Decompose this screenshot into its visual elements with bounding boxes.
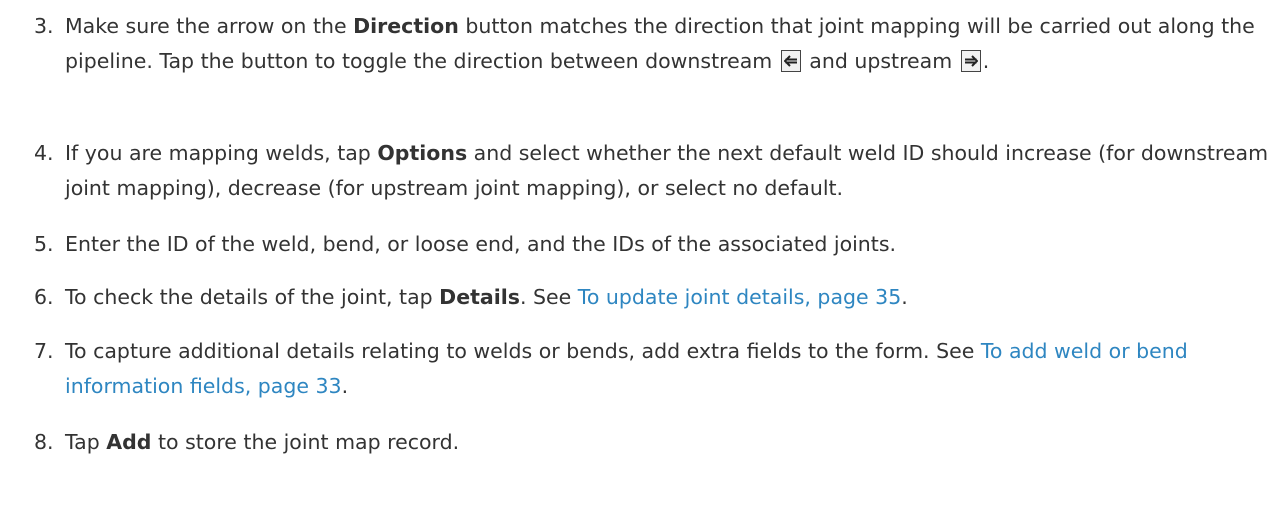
step-number: 4. (34, 141, 54, 165)
step-text-segment: Enter the ID of the weld, bend, or loose… (65, 232, 897, 256)
step-text: Tap Add to store the joint map record. (65, 425, 1279, 460)
step-text-segment: To check the details of the joint, tap (65, 285, 440, 309)
left-arrow-icon (783, 55, 797, 67)
step-text-segment: . See (519, 285, 578, 309)
step-number: 8. (34, 430, 54, 454)
step-text-segment: . (901, 285, 908, 309)
step-text-segment: If you are mapping welds, tap (65, 141, 378, 165)
step-text-segment: To capture additional details relating t… (65, 339, 981, 363)
downstream-direction-button (780, 50, 801, 72)
step-number: 6. (34, 285, 54, 309)
step-text: If you are mapping welds, tap Options an… (65, 136, 1279, 206)
step-7: 7. To capture additional details relatin… (34, 334, 1279, 404)
step-number: 7. (34, 339, 54, 363)
step-text: Make sure the arrow on the Direction but… (65, 9, 1279, 79)
step-text-segment: . (982, 49, 990, 73)
step-number: 3. (34, 14, 54, 38)
direction-button-label: Direction (353, 14, 459, 38)
step-8: 8. Tap Add to store the joint map record… (34, 425, 1279, 460)
right-arrow-icon (964, 55, 978, 67)
step-text: To capture additional details relating t… (65, 334, 1279, 404)
step-4: 4. If you are mapping welds, tap Options… (34, 136, 1279, 206)
add-button-label: Add (106, 430, 152, 454)
step-6: 6. To check the details of the joint, ta… (34, 280, 1279, 315)
step-text-segment: to store the joint map record. (151, 430, 460, 454)
step-text-segment: . (341, 374, 349, 398)
update-joint-details-link[interactable]: To update joint details, page 35 (578, 285, 901, 309)
step-text-segment: Make sure the arrow on the (65, 14, 354, 38)
step-text-segment: Tap (65, 430, 107, 454)
details-button-label: Details (439, 285, 520, 309)
options-button-label: Options (377, 141, 468, 165)
upstream-direction-button (960, 50, 981, 72)
step-5: 5. Enter the ID of the weld, bend, or lo… (34, 227, 1279, 262)
step-number: 5. (34, 232, 54, 256)
step-3: 3. Make sure the arrow on the Direction … (34, 9, 1279, 79)
step-text: Enter the ID of the weld, bend, or loose… (65, 227, 1279, 262)
step-text: To check the details of the joint, tap D… (65, 280, 1279, 315)
step-text-segment: and upstream (802, 49, 959, 73)
